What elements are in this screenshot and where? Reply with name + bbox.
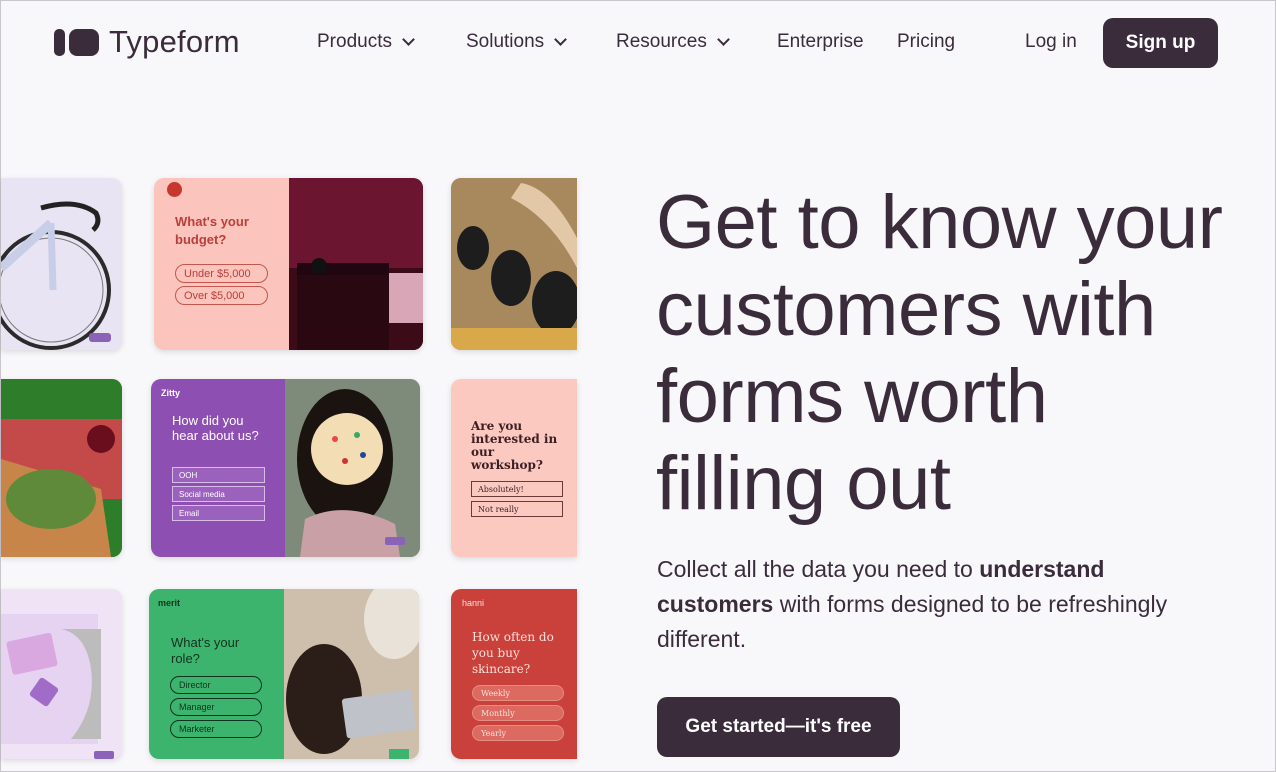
merit-question: What's your role? — [171, 635, 240, 666]
nav-enterprise-label: Enterprise — [777, 31, 864, 52]
merit-form-panel: merit What's your role? Director Manager… — [149, 589, 284, 759]
budget-form-panel: What's your budget? Under $5,000 Over $5… — [154, 178, 289, 350]
laptop-illustration — [284, 589, 419, 759]
merit-option: Director — [170, 676, 262, 694]
merit-option: Manager — [170, 698, 262, 716]
cookie-portrait-image — [285, 379, 420, 557]
zitty-option: Social media — [172, 486, 265, 502]
subtext-part: Collect all the data you need to — [657, 556, 980, 582]
nav-resources-label: Resources — [616, 31, 707, 52]
get-started-button[interactable]: Get started—it's free — [657, 697, 900, 757]
hanni-brand: hanni — [462, 598, 485, 608]
zitty-option: Email — [172, 505, 265, 521]
typeform-logo-icon — [54, 28, 99, 56]
merit-brand: merit — [158, 598, 181, 608]
zitty-question: How did you hear about us? — [172, 413, 259, 443]
laptop-photo-image — [284, 589, 419, 759]
record-player-image — [289, 178, 423, 350]
nav-enterprise[interactable]: Enterprise — [777, 31, 864, 53]
workshop-option: Absolutely! — [471, 481, 563, 497]
merit-form-card: merit What's your role? Director Manager… — [149, 589, 419, 759]
dumbbells-illustration — [451, 178, 577, 350]
salad-illustration — [1, 379, 122, 557]
zitty-form-card: Zitty How did you hear about us? OOH Soc… — [151, 379, 420, 557]
hanni-option: Weekly — [472, 685, 564, 701]
portrait-illustration — [285, 379, 420, 557]
salad-image-card — [1, 379, 122, 557]
zitty-brand: Zitty — [161, 388, 180, 398]
merit-option: Marketer — [170, 720, 262, 738]
budget-form-card: What's your budget? Under $5,000 Over $5… — [154, 178, 423, 350]
turntable-illustration — [289, 178, 423, 350]
brand-dot-icon — [167, 182, 182, 197]
chevron-down-icon — [402, 33, 415, 46]
hanni-option: Yearly — [472, 725, 564, 741]
workshop-form-card: Are you interested in our workshop? Abso… — [451, 379, 577, 557]
budget-question: What's your budget? — [175, 214, 249, 247]
workshop-option: Not really — [471, 501, 563, 517]
hero-subtext: Collect all the data you need to underst… — [657, 552, 1217, 657]
budget-option: Under $5,000 — [175, 264, 268, 283]
chevron-down-icon — [554, 33, 568, 46]
nav-pricing-label: Pricing — [897, 31, 956, 52]
nav-products-label: Products — [317, 31, 392, 52]
nav-solutions[interactable]: Solutions — [466, 31, 568, 53]
hanni-option: Monthly — [472, 705, 564, 721]
top-nav: Typeform Products Solutions Resources En… — [1, 1, 1275, 83]
hero-headline: Get to know your customers with forms wo… — [656, 180, 1223, 526]
login-link[interactable]: Log in — [1025, 31, 1077, 53]
nav-pricing[interactable]: Pricing — [897, 31, 955, 53]
dumbbells-image-card — [451, 178, 577, 350]
envelope-hand-illustration — [1, 614, 114, 759]
envelope-image-card — [1, 589, 122, 759]
signup-button[interactable]: Sign up — [1103, 18, 1218, 68]
subtext-emphasis: customers — [657, 591, 774, 617]
hanni-question: How often do you buy skincare? — [472, 630, 554, 676]
zitty-form-panel: Zitty How did you hear about us? OOH Soc… — [151, 379, 285, 557]
brand-name: Typeform — [109, 24, 240, 59]
typeform-logo[interactable]: Typeform — [54, 24, 240, 60]
bicycle-image-card — [1, 178, 122, 350]
hanni-form-card: hanni How often do you buy skincare? Wee… — [451, 589, 577, 759]
nav-resources[interactable]: Resources — [616, 31, 730, 53]
nav-solutions-label: Solutions — [466, 31, 545, 52]
nav-products[interactable]: Products — [317, 31, 415, 53]
subtext-emphasis: understand — [979, 556, 1105, 582]
chevron-down-icon — [716, 33, 730, 46]
bicycle-illustration — [1, 201, 111, 350]
budget-option: Over $5,000 — [175, 286, 268, 305]
workshop-question: Are you interested in our workshop? — [471, 419, 558, 472]
zitty-option: OOH — [172, 467, 265, 483]
